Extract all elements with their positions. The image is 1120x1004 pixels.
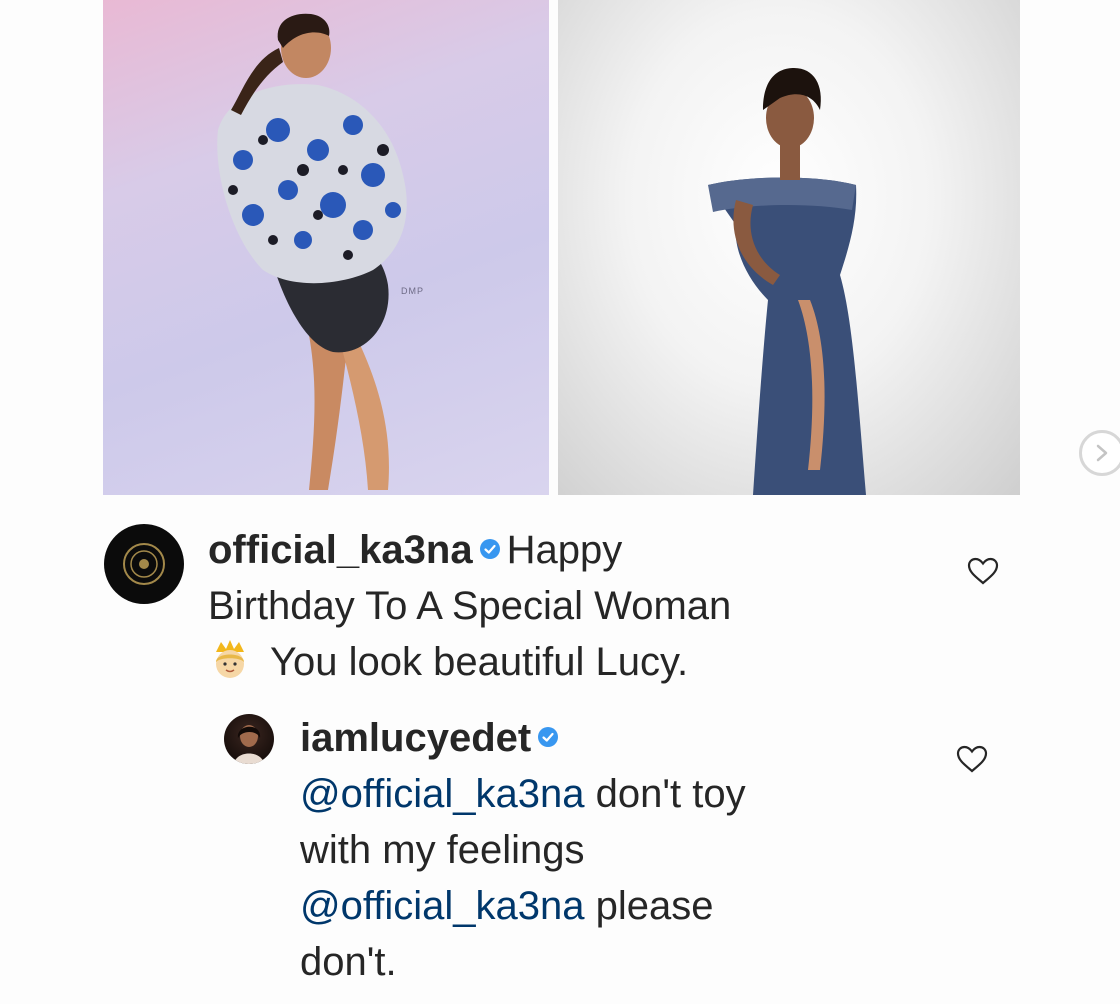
comment-official-ka3na: official_ka3na Happy Birthday To A Specia… bbox=[208, 522, 928, 690]
like-reply-heart-icon[interactable] bbox=[955, 744, 989, 774]
mention-link[interactable]: @official_ka3na bbox=[300, 884, 585, 928]
comment-text-part2: with my feelings bbox=[300, 828, 585, 872]
profile-photo-icon bbox=[234, 725, 264, 764]
woman-in-fur-jacket-illustration bbox=[217, 13, 407, 490]
comment-username[interactable]: official_ka3na bbox=[208, 528, 473, 572]
carousel-next-button[interactable] bbox=[1079, 430, 1120, 476]
comment-iamlucyedet: iamlucyedet @official_ka3na don't toy wi… bbox=[300, 710, 920, 990]
chevron-right-icon bbox=[1096, 444, 1108, 462]
comment-text-line2: Birthday To A Special Woman bbox=[208, 584, 732, 628]
post-photo-right[interactable] bbox=[558, 0, 1020, 495]
verified-badge-icon bbox=[538, 727, 559, 748]
post-photo-left[interactable]: DMP bbox=[103, 0, 549, 495]
comment-text-part1: don't toy bbox=[595, 772, 746, 816]
comment-text-part3: please bbox=[595, 884, 714, 928]
comment-text-line3: You look beautiful Lucy. bbox=[270, 640, 689, 684]
avatar-official-ka3na[interactable] bbox=[104, 524, 184, 604]
comment-username[interactable]: iamlucyedet bbox=[300, 716, 531, 760]
comment-text-line1: Happy bbox=[506, 528, 623, 572]
brand-logo-icon bbox=[123, 543, 165, 585]
princess-emoji-icon bbox=[216, 640, 244, 679]
woman-in-blue-gown-illustration bbox=[708, 68, 866, 495]
photo-watermark: DMP bbox=[401, 286, 424, 296]
avatar-iamlucyedet[interactable] bbox=[224, 714, 274, 764]
comment-text-part4: don't. bbox=[300, 940, 397, 984]
verified-badge-icon bbox=[479, 539, 500, 560]
like-comment-heart-icon[interactable] bbox=[966, 556, 1000, 586]
mention-link[interactable]: @official_ka3na bbox=[300, 772, 585, 816]
